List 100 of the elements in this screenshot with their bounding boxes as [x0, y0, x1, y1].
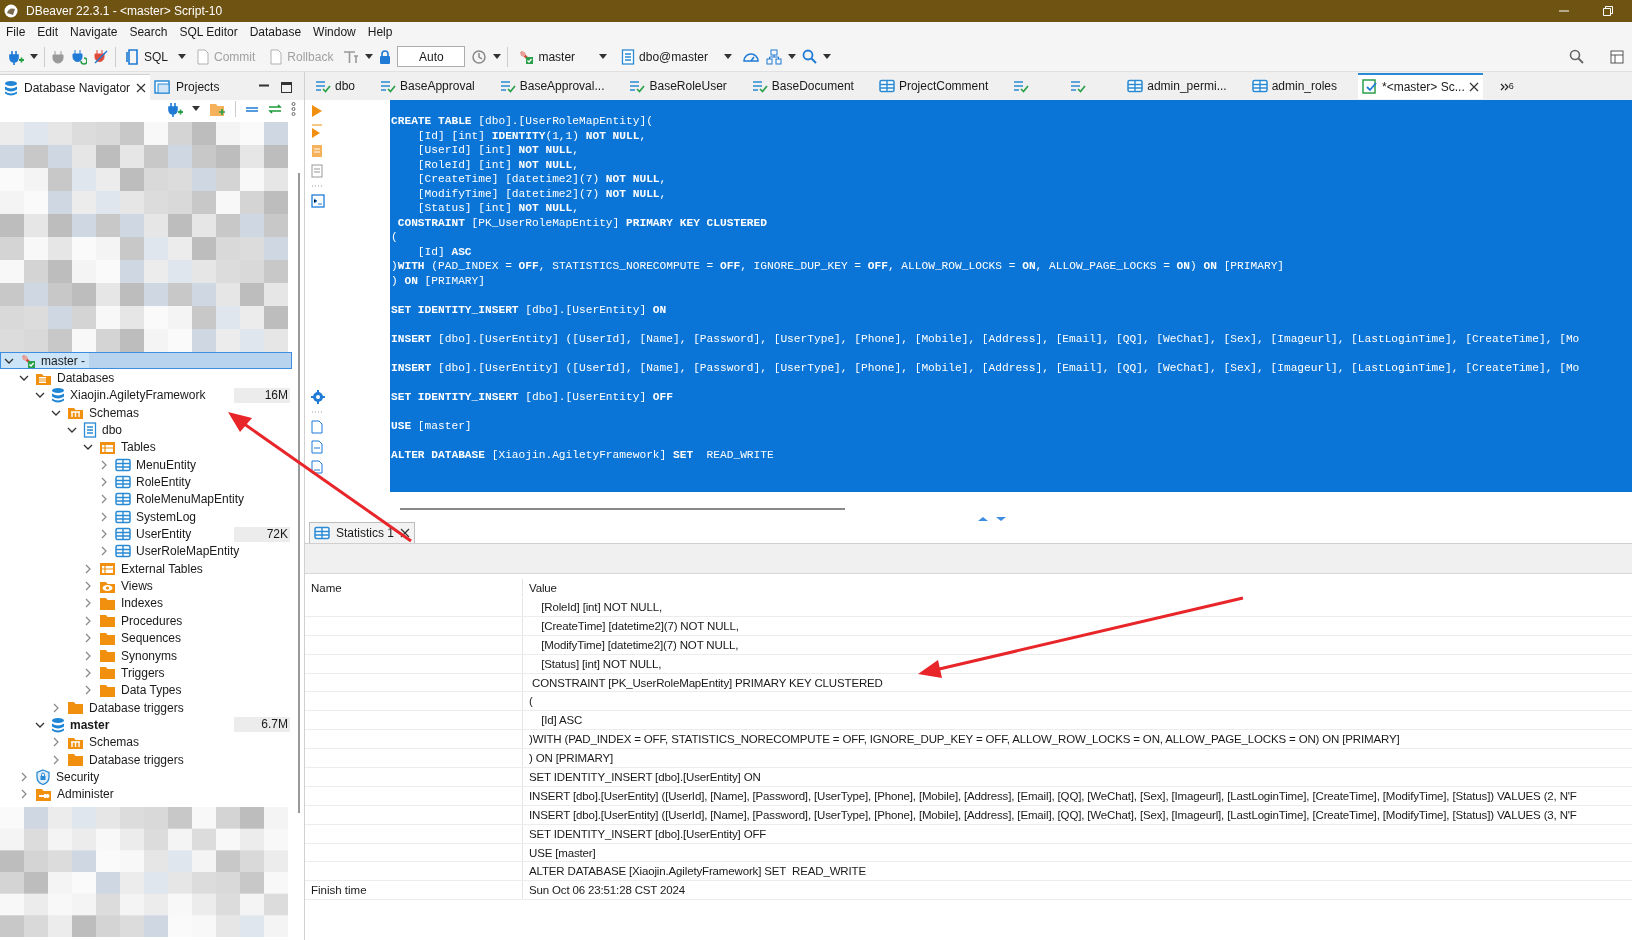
restore-icon — [1603, 6, 1613, 16]
column-header[interactable]: Value — [529, 581, 557, 594]
tree-item[interactable]: Xiaojin.AgiletyFramework 16M — [0, 386, 292, 405]
save-icon[interactable] — [311, 460, 323, 474]
tree-item[interactable]: Administer — [0, 785, 292, 803]
caret-icon[interactable] — [192, 106, 200, 112]
run-script-icon[interactable] — [311, 124, 323, 138]
script-icon — [380, 79, 397, 93]
more-icon[interactable] — [291, 102, 296, 116]
document-icon[interactable] — [311, 164, 323, 178]
menu-item[interactable]: SQL Editor — [173, 23, 244, 41]
chevron-down-icon[interactable] — [18, 373, 30, 383]
caret-icon[interactable] — [365, 53, 374, 60]
column-header[interactable]: Name — [311, 581, 342, 594]
scrollbar[interactable] — [400, 508, 845, 510]
menu-item[interactable]: Search — [123, 23, 174, 41]
new-connection-icon[interactable] — [8, 48, 24, 65]
tree-item[interactable]: RoleEntity — [0, 473, 292, 491]
terminal-icon[interactable] — [311, 194, 325, 208]
tab-overflow-button[interactable]: 6 — [1499, 81, 1514, 91]
menu-item[interactable]: Edit — [31, 23, 65, 41]
code-line: [CreateTime] [datetime2](7) NOT NULL, — [416, 172, 668, 187]
disconnect-all-icon[interactable] — [93, 48, 109, 65]
collapse-icon[interactable] — [245, 105, 259, 113]
text-format-icon[interactable] — [343, 49, 360, 64]
code-editor[interactable] — [390, 100, 1632, 492]
perspective-icon[interactable] — [1610, 49, 1624, 64]
search-icon[interactable] — [801, 49, 817, 64]
editor-tab[interactable]: admin_roles — [1247, 73, 1341, 99]
results-tab[interactable]: Statistics 1 — [309, 522, 416, 543]
disconnect-icon[interactable] — [51, 49, 65, 64]
tree-item[interactable]: Security — [0, 768, 292, 786]
editor-tab[interactable]: BaseRoleUser — [625, 73, 731, 99]
table-cell: Finish time — [311, 884, 367, 897]
menu-item[interactable]: Database — [243, 23, 308, 41]
tree-item[interactable]: Synonyms — [0, 646, 292, 665]
tree-item[interactable]: Sequences — [0, 629, 292, 647]
schema-selector[interactable]: dbo@master — [617, 47, 736, 66]
tree-item[interactable]: External Tables — [0, 560, 292, 578]
splitter-arrows-icon[interactable] — [977, 516, 1007, 522]
reconnect-icon[interactable] — [71, 48, 87, 65]
caret-icon[interactable] — [30, 53, 38, 60]
tree-item[interactable]: master 6.7M — [0, 716, 292, 734]
tree-item[interactable]: Database triggers — [0, 698, 292, 717]
menu-item[interactable]: File — [0, 23, 32, 41]
tree-item[interactable]: MenuEntity — [0, 456, 292, 474]
caret-icon[interactable] — [822, 53, 831, 60]
tree-item[interactable]: Triggers — [0, 664, 292, 682]
tree-item[interactable]: Schemas — [0, 404, 292, 422]
export-icon[interactable] — [311, 420, 323, 434]
close-icon — [1468, 82, 1479, 92]
table-cell: INSERT [dbo].[UserEntity] ([UserId], [Name], [Password], [UserType], [Phone], [Mobile], [Address], [Email], [QQ], [WeChat], [Sex], [Imageurl], [LastLoginTime], [CreateTime], [ModifyTime], [Status]) VALUES (3, N'F — [529, 808, 1577, 821]
format-icon[interactable] — [311, 440, 323, 454]
hierarchy-icon[interactable] — [765, 48, 782, 65]
execute-plan-icon[interactable] — [311, 144, 323, 158]
new-folder-icon[interactable] — [209, 101, 226, 117]
tree-item[interactable]: Database triggers — [0, 750, 292, 769]
settings-icon[interactable] — [311, 390, 325, 404]
search-icon[interactable] — [1569, 49, 1584, 64]
tree-item[interactable]: Databases — [0, 369, 292, 387]
maximize-icon[interactable] — [281, 81, 292, 93]
run-icon[interactable] — [311, 104, 323, 118]
history-icon[interactable] — [471, 48, 488, 65]
editor-tab[interactable]: BaseApproval — [376, 73, 479, 99]
menu-item[interactable]: Help — [361, 23, 399, 41]
tree-item[interactable]: dbo — [0, 421, 292, 439]
transaction-mode-field[interactable]: Auto — [397, 46, 466, 67]
tree-item[interactable]: RoleMenuMapEntity — [0, 490, 292, 509]
editor-tab[interactable]: BaseDocument — [747, 73, 858, 99]
menu-item[interactable]: Navigate — [64, 23, 124, 41]
caret-icon[interactable] — [599, 53, 608, 60]
link-icon[interactable] — [268, 104, 282, 114]
panel-tab[interactable]: Projects — [150, 74, 224, 100]
editor-tab[interactable]: admin_permi... — [1123, 73, 1231, 99]
scrollbar[interactable] — [298, 173, 300, 813]
lock-icon[interactable] — [379, 49, 392, 64]
panel-tab[interactable]: Database Navigator — [0, 74, 151, 100]
tree-item[interactable]: Indexes — [0, 594, 292, 613]
tree-item[interactable]: Procedures — [0, 612, 292, 630]
datasource-selector[interactable]: master — [514, 47, 612, 66]
tree-item[interactable]: Data Types — [0, 681, 292, 699]
caret-icon[interactable] — [787, 53, 796, 60]
caret-icon[interactable] — [723, 53, 732, 60]
editor-tab[interactable]: dbo — [311, 73, 360, 99]
tree-item[interactable]: SystemLog — [0, 508, 292, 526]
sql-editor-button[interactable]: SQL — [122, 47, 172, 66]
tree-item[interactable]: Tables — [0, 438, 292, 457]
editor-tab[interactable]: *<master> Sc... — [1358, 73, 1483, 99]
tree-item[interactable]: Views — [0, 577, 292, 595]
tree-item[interactable]: UserEntity 72K — [0, 525, 292, 543]
caret-icon[interactable] — [178, 53, 186, 60]
tree-item[interactable]: UserRoleMapEntity — [0, 542, 292, 561]
caret-icon[interactable] — [493, 53, 502, 60]
editor-tab[interactable]: ProjectComment — [874, 73, 993, 99]
new-connection-icon[interactable] — [167, 101, 183, 117]
editor-tab[interactable]: BaseApproval... — [495, 73, 609, 99]
tree-item[interactable]: master - — [0, 352, 292, 370]
tree-item[interactable]: Schemas — [0, 733, 292, 751]
table-cell: ( — [529, 695, 533, 708]
menu-item[interactable]: Window — [307, 23, 362, 41]
